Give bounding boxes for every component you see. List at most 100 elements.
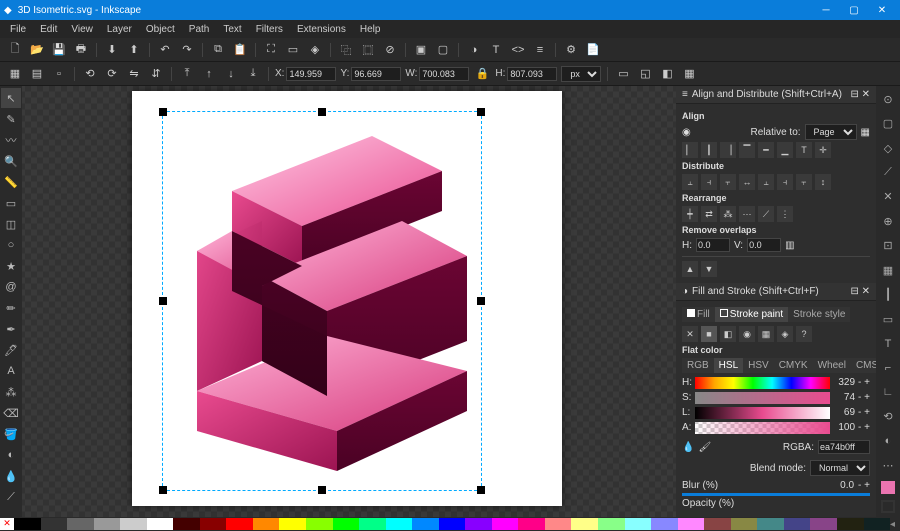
align-hcenter-icon[interactable]: ┃ <box>701 142 717 158</box>
menu-layer[interactable]: Layer <box>101 22 138 37</box>
affect-pattern-icon[interactable]: ▦ <box>680 65 698 83</box>
palette-swatch[interactable] <box>386 518 413 530</box>
node-tool[interactable]: ✎ <box>1 109 21 129</box>
mode-cms[interactable]: CMS <box>851 358 876 373</box>
handle-sw[interactable] <box>159 486 167 494</box>
print-icon[interactable]: 🖶 <box>72 41 90 59</box>
spray-tool[interactable]: ⁂ <box>1 382 21 402</box>
panel-close-icon[interactable]: ✕ <box>862 286 870 297</box>
remove-overlap-icon[interactable]: ▥ <box>785 240 794 251</box>
affect-gradient-icon[interactable]: ◧ <box>658 65 676 83</box>
linear-grad-icon[interactable]: ◧ <box>720 326 736 342</box>
align-left-icon[interactable]: ▏ <box>682 142 698 158</box>
fill-tool[interactable]: 🪣 <box>1 424 21 444</box>
palette-swatch[interactable] <box>253 518 280 530</box>
bezier-tool[interactable]: ✒ <box>1 319 21 339</box>
align-vcenter-icon[interactable]: ━ <box>758 142 774 158</box>
alpha-slider[interactable] <box>695 422 830 434</box>
palette-swatch[interactable] <box>571 518 598 530</box>
snap-path-icon[interactable]: ⟋ <box>878 163 898 181</box>
blend-select[interactable]: Normal <box>810 460 870 476</box>
open-icon[interactable]: 📂 <box>28 41 46 59</box>
copy-icon[interactable]: ⧉ <box>209 41 227 59</box>
handle-se[interactable] <box>477 486 485 494</box>
w-input[interactable] <box>419 67 469 81</box>
palette-swatch[interactable] <box>279 518 306 530</box>
zoom-sel-icon[interactable]: ◈ <box>306 41 324 59</box>
align-panel-header[interactable]: ≡Align and Distribute (Shift+Ctrl+A) ⊟ ✕ <box>676 86 876 104</box>
radial-grad-icon[interactable]: ◉ <box>739 326 755 342</box>
move-down-icon[interactable]: ▼ <box>701 261 717 277</box>
palette-swatch[interactable] <box>94 518 121 530</box>
redo-icon[interactable]: ↷ <box>178 41 196 59</box>
palette-swatch[interactable] <box>598 518 625 530</box>
group-toggle-icon[interactable]: ▦ <box>861 127 870 138</box>
menu-text[interactable]: Text <box>217 22 247 37</box>
snap-toggle-icon[interactable]: ⊙ <box>878 90 898 108</box>
align-right-icon[interactable]: ▕ <box>720 142 736 158</box>
palette-swatch[interactable] <box>784 518 811 530</box>
minimize-button[interactable]: ─ <box>812 0 840 20</box>
move-up-icon[interactable]: ▲ <box>682 261 698 277</box>
rect-tool[interactable]: ▭ <box>1 193 21 213</box>
snap-rotation-icon[interactable]: ⟲ <box>878 408 898 426</box>
menu-path[interactable]: Path <box>183 22 216 37</box>
affect-corner-icon[interactable]: ◱ <box>636 65 654 83</box>
snap-guide-icon[interactable]: ┃ <box>878 286 898 304</box>
palette-swatch[interactable] <box>120 518 147 530</box>
menu-edit[interactable]: Edit <box>34 22 63 37</box>
unknown-icon[interactable]: ? <box>796 326 812 342</box>
gradient-tool[interactable]: ◐ <box>1 445 21 465</box>
eraser-tool[interactable]: ⌫ <box>1 403 21 423</box>
clone-icon[interactable]: ⿴ <box>359 41 377 59</box>
canvas-area[interactable] <box>22 86 676 517</box>
connect-icon[interactable]: ⟋ <box>758 206 774 222</box>
new-icon[interactable]: 🗋 <box>6 41 24 59</box>
color-palette[interactable] <box>14 518 890 530</box>
menu-file[interactable]: File <box>4 22 32 37</box>
dist-hright-icon[interactable]: ⫟ <box>720 174 736 190</box>
palette-swatch[interactable] <box>837 518 864 530</box>
menu-extensions[interactable]: Extensions <box>291 22 352 37</box>
more-icon[interactable]: ⋮ <box>777 206 793 222</box>
snap-gradient-icon[interactable]: ◐ <box>878 432 898 450</box>
flat-color-icon[interactable]: ■ <box>701 326 717 342</box>
rgba-input[interactable] <box>818 440 870 454</box>
palette-swatch[interactable] <box>333 518 360 530</box>
mode-hsv[interactable]: HSV <box>743 358 774 373</box>
panel-menu-icon[interactable]: ⊟ <box>850 89 858 100</box>
handle-n[interactable] <box>318 108 326 116</box>
palette-swatch[interactable] <box>306 518 333 530</box>
align-dialog-icon[interactable]: ≡ <box>531 41 549 59</box>
snap-page-icon[interactable]: ▭ <box>878 310 898 328</box>
snap-text-icon[interactable]: T <box>878 334 898 352</box>
menu-filters[interactable]: Filters <box>250 22 289 37</box>
palette-swatch[interactable] <box>810 518 837 530</box>
palette-swatch[interactable] <box>757 518 784 530</box>
docprops-icon[interactable]: 📄 <box>584 41 602 59</box>
handle-ne[interactable] <box>477 108 485 116</box>
dist-hleft-icon[interactable]: ⫠ <box>682 174 698 190</box>
y-input[interactable] <box>351 67 401 81</box>
panel-close-icon[interactable]: ✕ <box>862 89 870 100</box>
unit-select[interactable]: px <box>561 66 601 82</box>
maximize-button[interactable]: ▢ <box>840 0 868 20</box>
undo-icon[interactable]: ↶ <box>156 41 174 59</box>
star-tool[interactable]: ★ <box>1 256 21 276</box>
tab-fill[interactable]: Fill <box>682 307 715 322</box>
fill-dialog-icon[interactable]: ◑ <box>465 41 483 59</box>
deselect-icon[interactable]: ▫ <box>50 65 68 83</box>
dist-vgap-icon[interactable]: ↕ <box>815 174 831 190</box>
menu-help[interactable]: Help <box>354 22 387 37</box>
3dbox-tool[interactable]: ◫ <box>1 214 21 234</box>
menu-view[interactable]: View <box>65 22 99 37</box>
relative-to-select[interactable]: Page <box>805 124 857 140</box>
fill-panel-header[interactable]: ◑Fill and Stroke (Shift+Ctrl+F) ⊟ ✕ <box>676 283 876 301</box>
swatch-fill-icon[interactable] <box>881 481 895 494</box>
spiral-tool[interactable]: @ <box>1 277 21 297</box>
lower-bottom-icon[interactable]: ⤓ <box>244 65 262 83</box>
save-icon[interactable]: 💾 <box>50 41 68 59</box>
dist-vtop-icon[interactable]: ⫠ <box>758 174 774 190</box>
mode-hsl[interactable]: HSL <box>714 358 743 373</box>
palette-swatch[interactable] <box>226 518 253 530</box>
